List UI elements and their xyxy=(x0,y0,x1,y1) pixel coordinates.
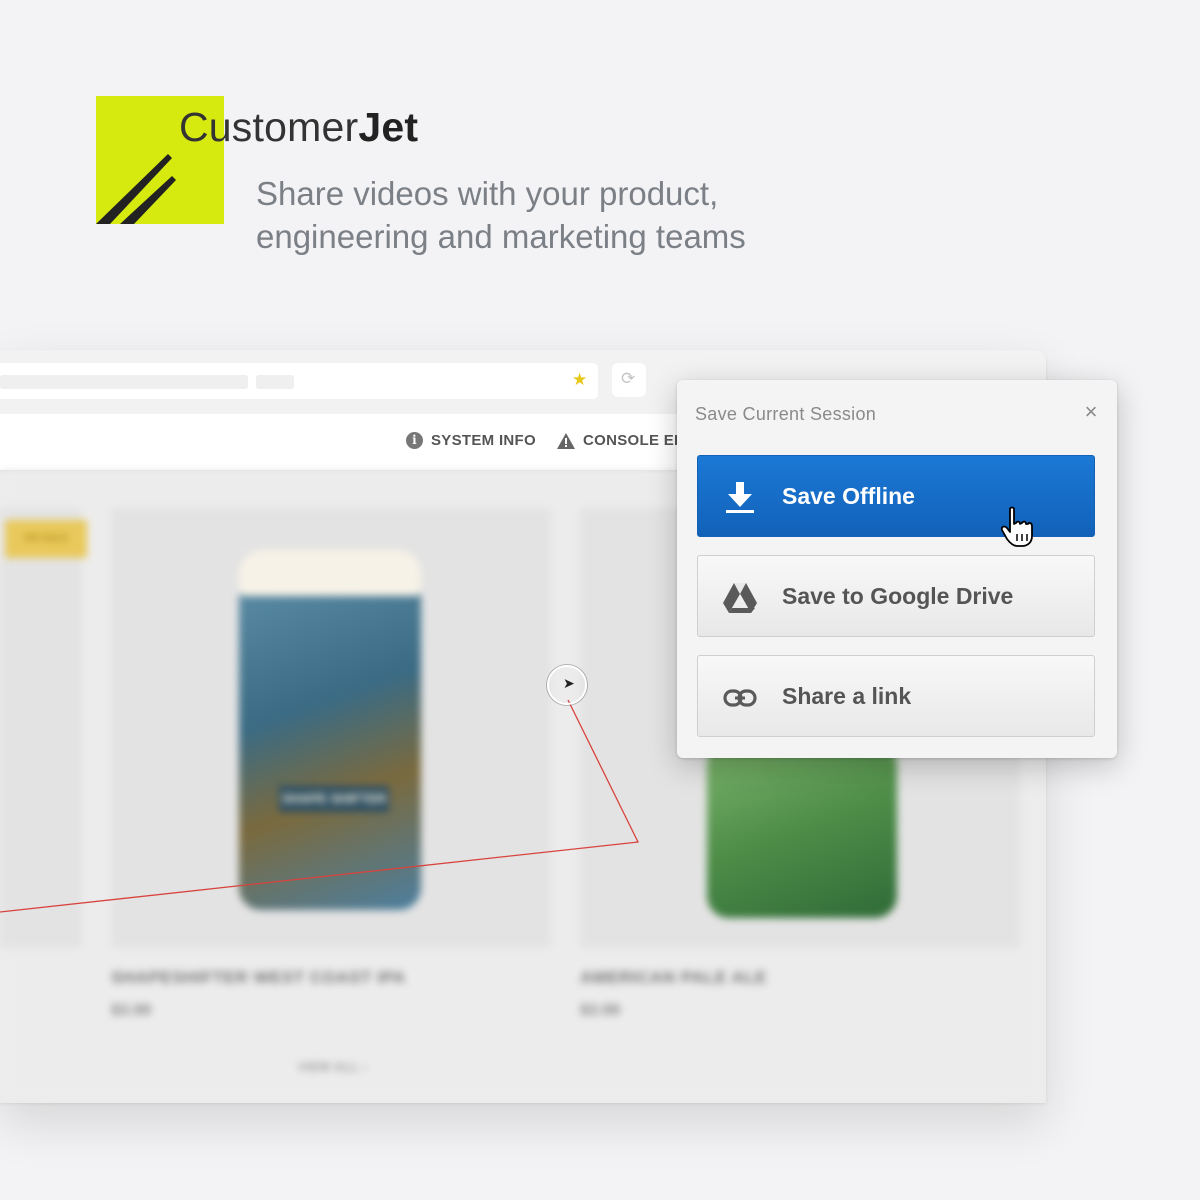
console-errors-tab[interactable]: CONSOLE ER xyxy=(557,432,685,449)
dialog-title: Save Current Session xyxy=(695,404,877,424)
product-price: $3.99 xyxy=(111,1002,152,1019)
save-offline-button[interactable]: Save Offline xyxy=(697,455,1095,547)
address-placeholder-bar-short xyxy=(256,375,294,389)
refresh-icon: ⟳ xyxy=(621,369,636,388)
address-bar[interactable]: ★ xyxy=(0,363,598,399)
product-price: $3.99 xyxy=(580,1002,621,1019)
address-placeholder-bar xyxy=(0,375,248,389)
can-lid xyxy=(239,550,421,596)
save-google-drive-label: Save to Google Drive xyxy=(782,583,1014,609)
close-icon[interactable]: × xyxy=(1079,400,1103,424)
warning-icon xyxy=(557,432,575,449)
save-offline-label: Save Offline xyxy=(782,483,915,509)
tagline-line-1: Share videos with your product, xyxy=(256,175,719,212)
arrow-cursor-icon: ➤ xyxy=(563,675,575,691)
console-errors-label: CONSOLE ER xyxy=(583,432,686,449)
bookmark-star-icon[interactable]: ★ xyxy=(572,370,587,390)
tagline-line-2: engineering and marketing teams xyxy=(256,218,746,255)
sale-badge: ON SALE xyxy=(5,520,87,558)
can-label: SHAPE SHIFTER xyxy=(279,786,389,812)
download-icon xyxy=(726,482,754,513)
product-image-can xyxy=(707,738,897,918)
google-drive-icon xyxy=(723,583,757,613)
product-card-partial[interactable] xyxy=(0,508,82,948)
refresh-button[interactable]: ⟳ xyxy=(612,363,646,397)
share-link-button[interactable]: Share a link xyxy=(697,655,1095,737)
product-image-can xyxy=(239,570,421,910)
hand-pointer-icon xyxy=(1000,506,1033,547)
system-info-label: SYSTEM INFO xyxy=(431,432,536,449)
product-card[interactable]: SHAPE SHIFTER xyxy=(111,508,551,948)
info-icon: i xyxy=(406,432,423,449)
link-icon xyxy=(723,689,757,707)
system-info-tab[interactable]: i SYSTEM INFO xyxy=(406,432,536,449)
brand-name: CustomerJet xyxy=(179,104,419,150)
view-all-link[interactable]: VIEW ALL › xyxy=(298,1060,367,1074)
product-name[interactable]: AMERICAN PALE ALE xyxy=(580,968,767,988)
click-indicator: ➤ xyxy=(547,665,587,705)
product-name[interactable]: SHAPESHIFTER WEST COAST IPA xyxy=(111,968,406,988)
share-link-label: Share a link xyxy=(782,683,912,709)
save-google-drive-button[interactable]: Save to Google Drive xyxy=(697,555,1095,637)
tagline: Share videos with your product, engineer… xyxy=(256,172,876,258)
save-session-dialog: Save Current Session × Save Offline Save… xyxy=(677,380,1117,758)
